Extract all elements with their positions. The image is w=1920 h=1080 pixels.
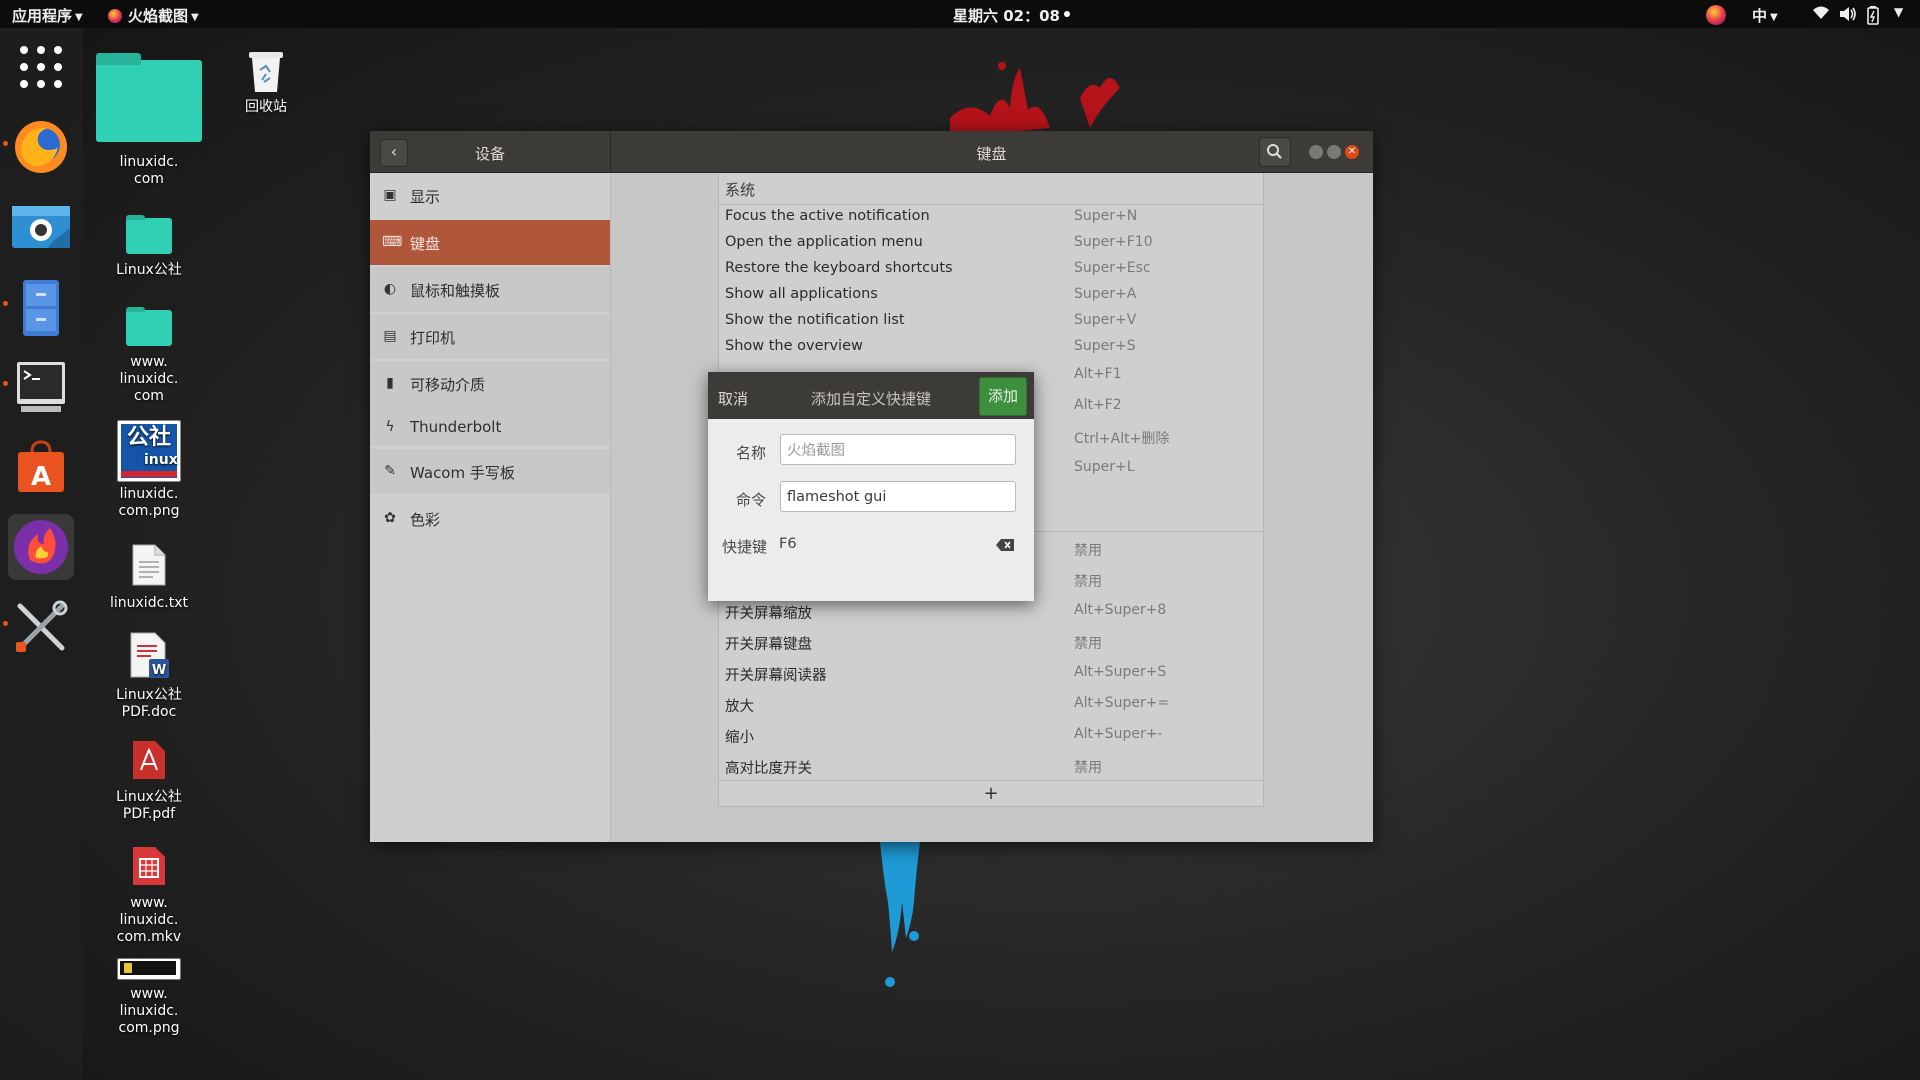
firefox-icon [15, 121, 67, 173]
settings-tools-icon [16, 600, 68, 652]
software-center-icon: A [18, 440, 64, 492]
printer-icon: ▤ [383, 328, 397, 344]
search-button[interactable] [1259, 137, 1291, 167]
blue-paint-drip [880, 842, 920, 987]
desktop-folder-www-linuxidc[interactable]: www. linuxidc. com [92, 302, 206, 405]
thunderbolt-icon: ϟ [385, 419, 395, 435]
chevron-down-icon: ▼ [191, 12, 199, 23]
image-thumbnail-icon [117, 958, 181, 980]
terminal-icon [17, 362, 65, 412]
red-paint-splash [950, 62, 1120, 138]
software-center-launcher[interactable]: A [8, 434, 74, 500]
folder-icon [96, 53, 202, 142]
svg-text:W: W [152, 663, 166, 678]
desktop-file-linuxidc-txt[interactable]: linuxidc.txt [92, 544, 206, 612]
shortcut-label: 快捷键 [722, 538, 768, 556]
command-field[interactable] [780, 481, 1016, 512]
terminal-launcher[interactable] [8, 354, 74, 420]
screenshot-camera-icon [12, 206, 70, 248]
svg-text:A: A [31, 462, 51, 492]
sidebar-item-mouse[interactable]: ◐ 鼠标和触摸板 [370, 267, 610, 312]
app-grid-icon [20, 46, 62, 88]
window-header-bar: ‹ 设备 键盘 ✕ [370, 131, 1373, 173]
flameshot-tray-icon[interactable] [1706, 5, 1726, 25]
desktop-file-pdf-doc[interactable]: W Linux公社 PDF.doc [92, 632, 206, 721]
clock[interactable]: 星期六 02：08 [953, 5, 1070, 26]
files-launcher[interactable] [8, 274, 74, 340]
word-document-icon: W [130, 632, 169, 678]
folder-icon [126, 307, 172, 346]
applications-menu[interactable]: 应用程序 ▼ [12, 5, 83, 26]
maximize-button[interactable] [1327, 145, 1341, 159]
settings-sidebar: ▣ 显示 ⌨ 键盘 ◐ 鼠标和触摸板 ▤ 打印机 ▮ 可移动介质 ϟ Thund… [370, 173, 611, 842]
shortcut-value[interactable]: F6 [779, 536, 797, 552]
system-tools-launcher[interactable] [8, 594, 74, 660]
chevron-down-icon: ▼ [1770, 12, 1778, 23]
close-button[interactable]: ✕ [1345, 145, 1359, 159]
color-icon: ✿ [384, 510, 396, 526]
desktop-file-linuxidc-png[interactable]: 公社 inux linuxidc. com.png [92, 420, 206, 520]
desktop-file-mkv[interactable]: www. linuxidc. com.mkv [92, 846, 206, 946]
sidebar-item-printers[interactable]: ▤ 打印机 [370, 314, 610, 359]
system-menu-chevron-icon[interactable]: ▼ [1894, 5, 1903, 19]
trash-icon [249, 52, 283, 92]
show-applications-button[interactable] [8, 34, 74, 100]
backspace-icon [996, 539, 1014, 551]
active-app-menu[interactable]: 火焰截图 ▼ [108, 5, 199, 26]
flameshot-icon [14, 520, 68, 574]
volume-icon[interactable] [1838, 5, 1858, 27]
screenshot-launcher[interactable] [8, 194, 74, 260]
desktop-file-www-png[interactable]: www. linuxidc. com.png [92, 956, 206, 1037]
wifi-icon[interactable] [1812, 5, 1830, 25]
plus-icon: + [983, 783, 999, 804]
desktop-folder-linuxidc[interactable]: linuxidc. com [92, 52, 206, 188]
chevron-down-icon: ▼ [75, 12, 83, 23]
section-header-system: 系统 [719, 173, 1263, 205]
video-file-icon [133, 847, 165, 885]
cancel-button[interactable]: 取消 [718, 388, 748, 409]
add-shortcut-button[interactable]: + [719, 780, 1263, 807]
name-field[interactable] [780, 434, 1016, 465]
flameshot-launcher[interactable] [8, 514, 74, 580]
display-icon: ▣ [383, 187, 397, 203]
notification-dot-icon [1063, 11, 1070, 17]
close-icon: ✕ [1347, 146, 1357, 157]
keyboard-icon: ⌨ [382, 234, 403, 250]
panel-category-title: 设备 [474, 145, 505, 163]
desktop-file-pdf[interactable]: Linux公社 PDF.pdf [92, 740, 206, 823]
desktop-trash[interactable]: 回收站 [232, 48, 300, 116]
sidebar-item-keyboard[interactable]: ⌨ 键盘 [370, 220, 610, 265]
search-icon [1267, 144, 1282, 159]
sidebar-item-display[interactable]: ▣ 显示 [370, 173, 610, 218]
mouse-icon: ◐ [383, 281, 397, 297]
command-label: 命令 [736, 491, 767, 509]
image-thumbnail-icon: 公社 inux [117, 420, 181, 482]
sidebar-item-thunderbolt[interactable]: ϟ Thunderbolt [370, 405, 610, 446]
minimize-button[interactable] [1309, 145, 1323, 159]
sidebar-item-color[interactable]: ✿ 色彩 [370, 496, 610, 541]
add-custom-shortcut-dialog: 添加自定义快捷键 取消 添加 名称 命令 快捷键 F6 [708, 372, 1034, 601]
dock: A [0, 28, 83, 1080]
folder-icon [126, 215, 172, 254]
firefox-launcher[interactable] [8, 114, 74, 180]
flameshot-mini-icon [108, 9, 122, 23]
file-cabinet-icon [23, 280, 59, 336]
wacom-tablet-icon: ✎ [384, 463, 396, 479]
pdf-file-icon [133, 741, 165, 779]
battery-icon[interactable] [1866, 5, 1880, 29]
input-method-indicator[interactable]: 中 ▼ [1752, 5, 1778, 26]
desktop-folder-linux-gongshe[interactable]: Linux公社 [92, 210, 206, 279]
text-file-icon [132, 544, 166, 586]
clear-shortcut-button[interactable] [996, 536, 1014, 551]
top-bar: 应用程序 ▼ 火焰截图 ▼ 星期六 02：08 中 ▼ ▼ [0, 0, 1920, 28]
dialog-header: 添加自定义快捷键 取消 添加 [708, 372, 1034, 419]
sidebar-item-removable-media[interactable]: ▮ 可移动介质 [370, 361, 610, 406]
removable-media-icon: ▮ [386, 375, 394, 391]
add-button[interactable]: 添加 [979, 377, 1027, 416]
sidebar-item-wacom[interactable]: ✎ Wacom 手写板 [370, 449, 610, 494]
name-label: 名称 [736, 444, 767, 462]
